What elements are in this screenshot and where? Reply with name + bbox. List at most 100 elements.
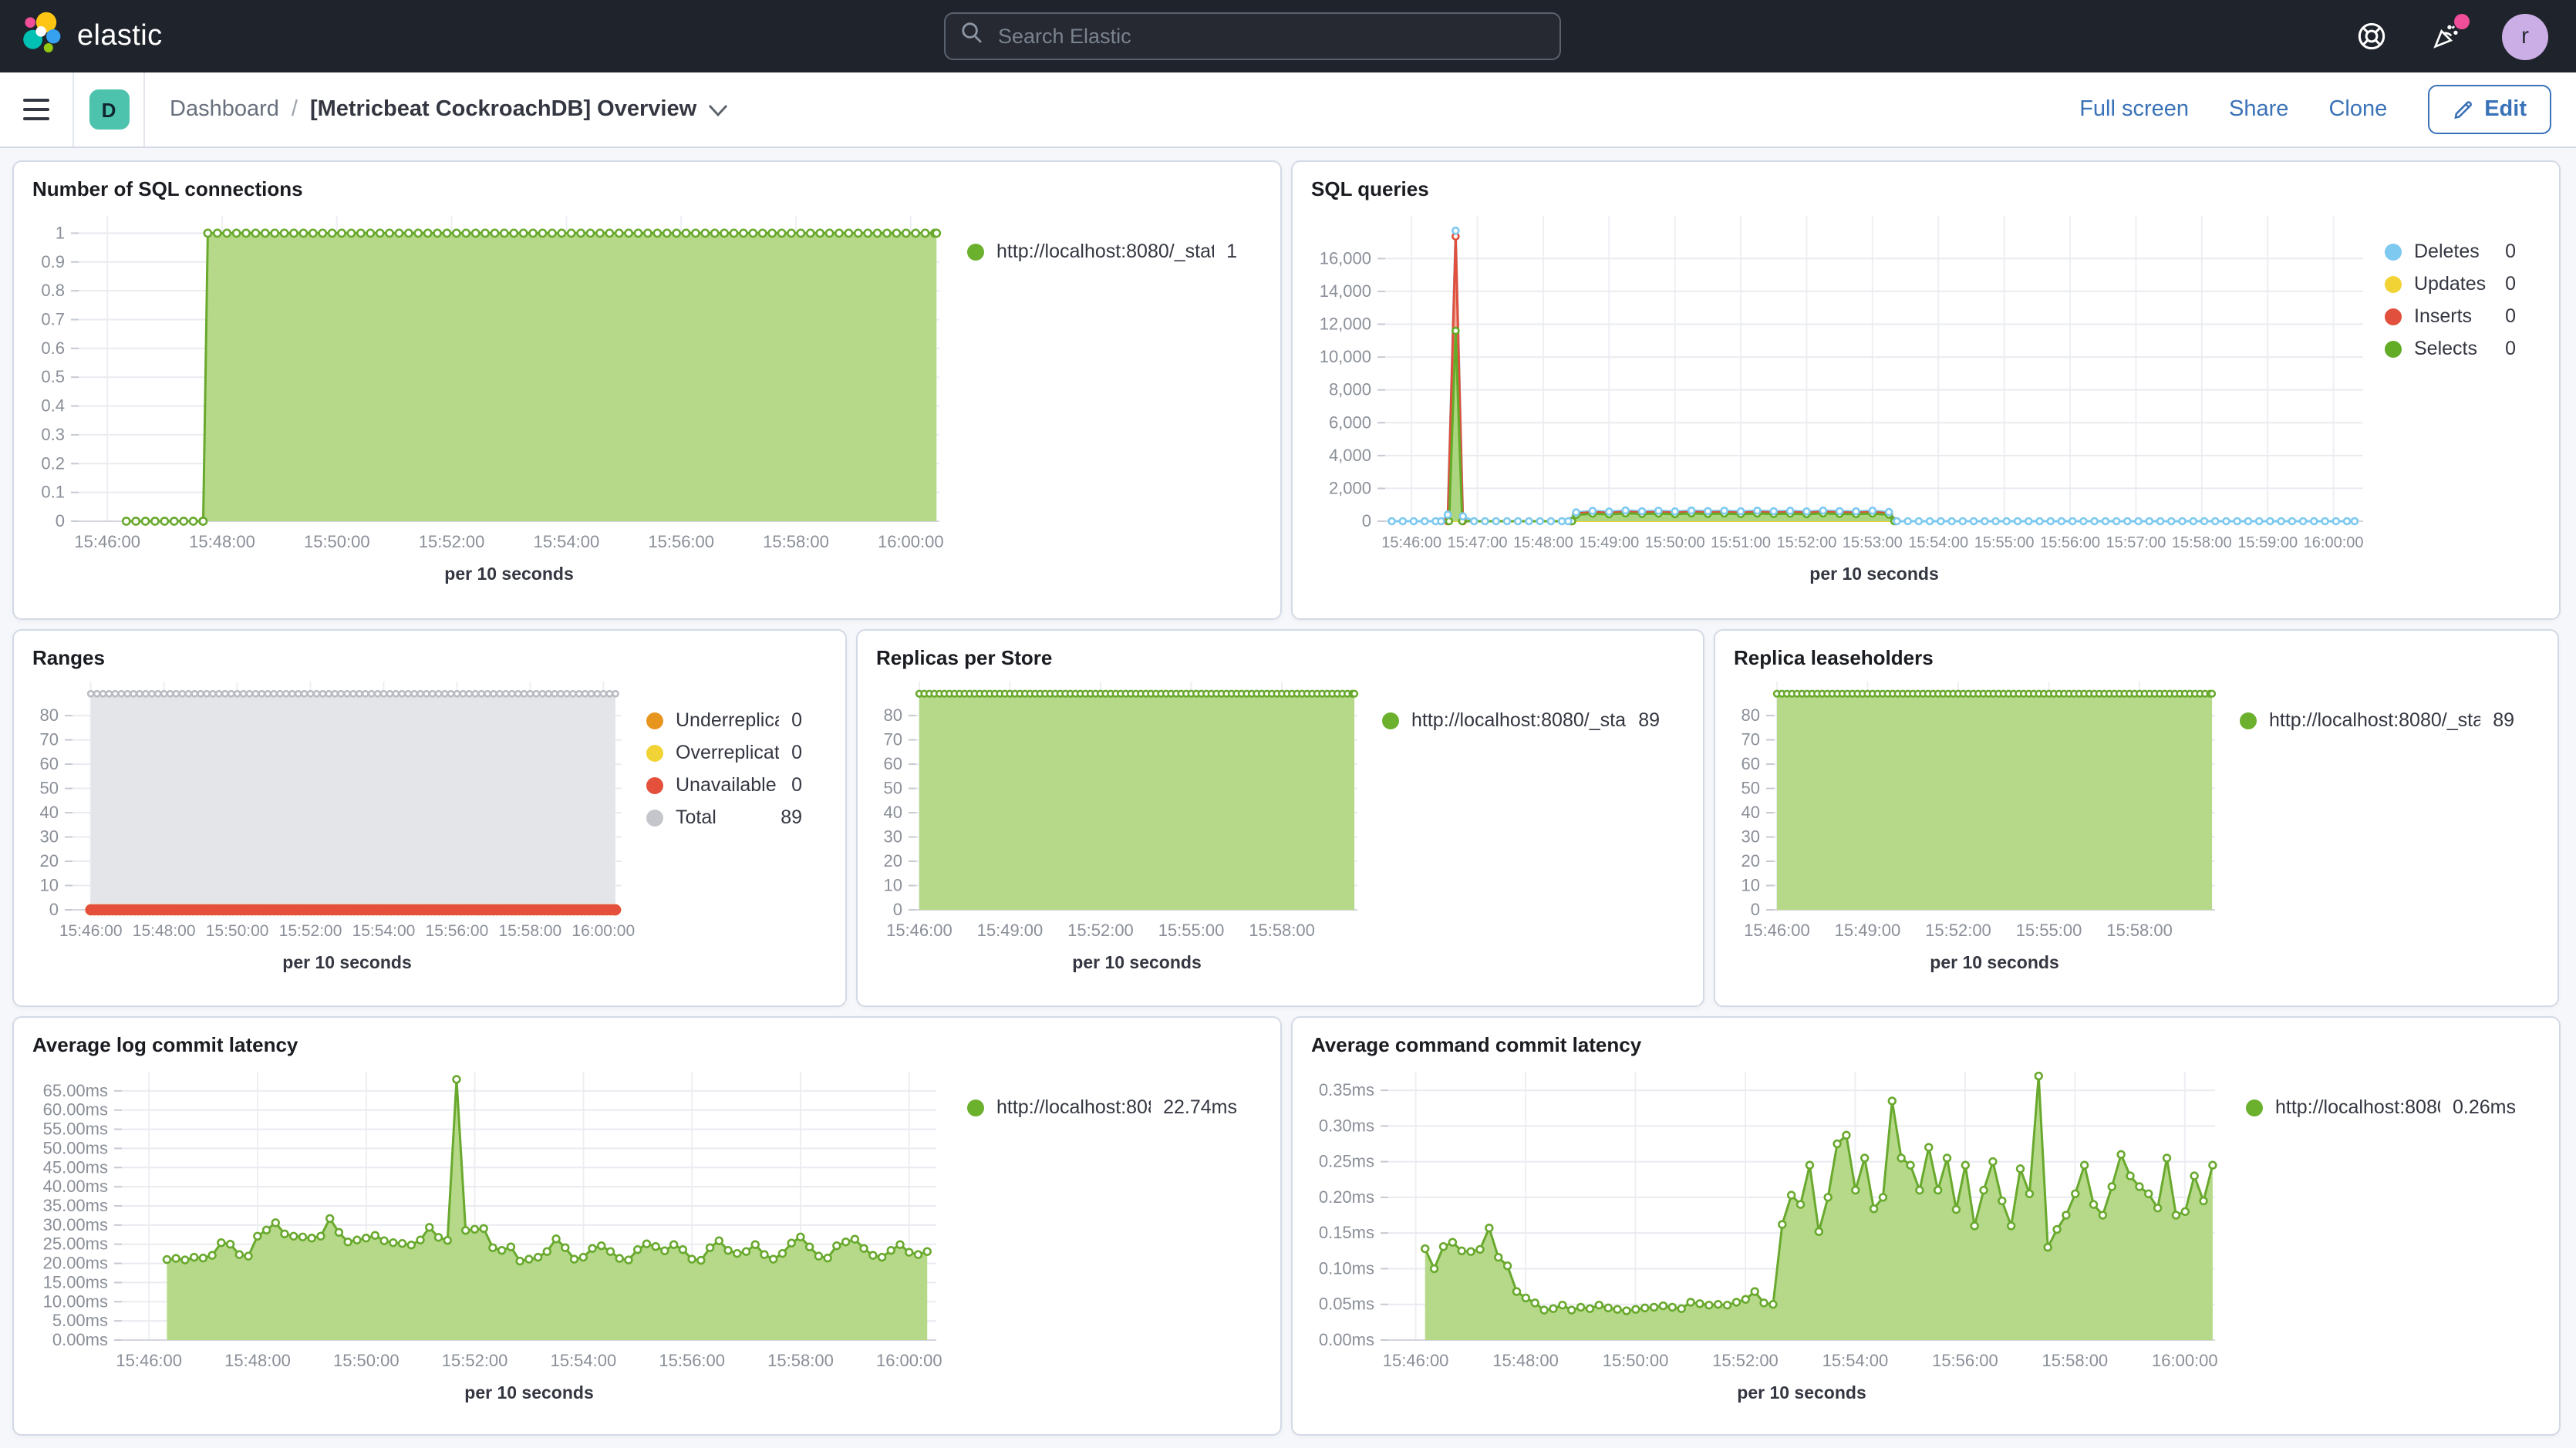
- legend-value: 0: [2505, 241, 2516, 262]
- legend-value: 0: [2505, 273, 2516, 295]
- svg-text:70: 70: [1741, 730, 1760, 749]
- svg-text:5.00ms: 5.00ms: [52, 1311, 108, 1330]
- legend-value: 0: [791, 774, 802, 796]
- svg-text:15:46:00: 15:46:00: [1744, 921, 1810, 940]
- legend-value: 0: [791, 742, 802, 763]
- brand-text: elastic: [77, 19, 163, 53]
- menu-button[interactable]: [0, 72, 74, 146]
- chart-replica-leaseholders[interactable]: 0102030405060708015:46:0015:49:0015:52:0…: [1734, 672, 2230, 981]
- legend-value: 0: [2505, 338, 2516, 359]
- user-avatar[interactable]: r: [2502, 13, 2548, 59]
- legend-item[interactable]: Updates0: [2385, 273, 2516, 295]
- svg-text:20.00ms: 20.00ms: [43, 1254, 108, 1273]
- svg-text:15:48:00: 15:48:00: [189, 532, 255, 551]
- svg-text:15.00ms: 15.00ms: [43, 1272, 108, 1291]
- panel-log-commit-latency: Average log commit latency 0.00ms5.00ms1…: [12, 1016, 1282, 1436]
- svg-text:40: 40: [1741, 803, 1760, 822]
- panel-title: Number of SQL connections: [14, 162, 1280, 200]
- svg-text:15:55:00: 15:55:00: [1974, 534, 2035, 551]
- notification-dot: [2454, 13, 2470, 29]
- legend-value: 89: [781, 807, 802, 828]
- legend-item[interactable]: http://localhost:8080...0.26ms: [2246, 1096, 2516, 1118]
- legend-value: 22.74ms: [1163, 1096, 1237, 1118]
- legend-item[interactable]: http://localhost:808...22.74ms: [967, 1096, 1237, 1118]
- legend-item[interactable]: Inserts0: [2385, 305, 2516, 327]
- svg-text:16,000: 16,000: [1320, 248, 1371, 268]
- legend-item[interactable]: Selects 0: [2385, 338, 2516, 359]
- svg-text:15:54:00: 15:54:00: [551, 1351, 617, 1370]
- legend-dot-icon: [2385, 340, 2402, 357]
- legend-item[interactable]: Total89: [646, 807, 802, 828]
- svg-text:0.10ms: 0.10ms: [1319, 1258, 1374, 1278]
- svg-text:50: 50: [40, 779, 59, 798]
- chart-log-commit-latency[interactable]: 0.00ms5.00ms10.00ms15.00ms20.00ms25.00ms…: [32, 1059, 958, 1411]
- svg-text:55.00ms: 55.00ms: [43, 1120, 108, 1139]
- svg-text:2,000: 2,000: [1329, 478, 1371, 497]
- svg-text:per 10 seconds: per 10 seconds: [444, 564, 573, 584]
- svg-text:15:54:00: 15:54:00: [1908, 534, 1968, 551]
- chart-sql-connections[interactable]: 00.10.20.30.40.50.60.70.80.9115:46:0015:…: [32, 204, 958, 592]
- svg-text:15:52:00: 15:52:00: [442, 1351, 508, 1370]
- help-icon[interactable]: [2354, 19, 2388, 53]
- legend-item[interactable]: Underreplicated 0: [646, 709, 802, 731]
- legend-item[interactable]: http://localhost:8080/_sta...89: [2240, 709, 2514, 731]
- svg-text:0: 0: [56, 511, 65, 530]
- svg-text:10,000: 10,000: [1320, 347, 1371, 366]
- panel-title: Replica leaseholders: [1715, 631, 2557, 669]
- svg-text:60: 60: [40, 754, 59, 773]
- legend-item[interactable]: Deletes0: [2385, 241, 2516, 262]
- svg-text:15:46:00: 15:46:00: [59, 922, 123, 940]
- clone-link[interactable]: Clone: [2328, 97, 2387, 122]
- chart-sql-queries[interactable]: 02,0004,0006,0008,00010,00012,00014,0001…: [1311, 204, 2375, 592]
- svg-text:15:52:00: 15:52:00: [419, 532, 485, 551]
- pencil-icon: [2452, 99, 2473, 120]
- panel-title: Average command commit latency: [1293, 1018, 2559, 1056]
- svg-text:15:49:00: 15:49:00: [1835, 921, 1901, 940]
- svg-text:15:50:00: 15:50:00: [206, 922, 269, 940]
- svg-text:0.3: 0.3: [41, 425, 65, 444]
- svg-text:per 10 seconds: per 10 seconds: [1809, 564, 1938, 584]
- legend-dot-icon: [646, 776, 663, 793]
- svg-text:10: 10: [1741, 876, 1760, 895]
- svg-text:15:58:00: 15:58:00: [1249, 921, 1315, 940]
- svg-text:15:48:00: 15:48:00: [1513, 534, 1573, 551]
- panel-title: Ranges: [14, 631, 845, 669]
- breadcrumb-dashboard-link[interactable]: Dashboard: [170, 97, 279, 122]
- svg-text:per 10 seconds: per 10 seconds: [1072, 952, 1201, 972]
- full-screen-link[interactable]: Full screen: [2079, 97, 2189, 122]
- svg-text:80: 80: [884, 705, 902, 725]
- legend-label: Selects: [2414, 338, 2477, 359]
- title-chevron-icon: [707, 103, 727, 116]
- page-title[interactable]: [Metricbeat CockroachDB] Overview: [310, 97, 727, 122]
- svg-text:70: 70: [40, 730, 59, 749]
- edit-button[interactable]: Edit: [2427, 85, 2551, 134]
- svg-text:per 10 seconds: per 10 seconds: [464, 1382, 593, 1403]
- legend-label: Underreplicated: [676, 709, 779, 731]
- search-input[interactable]: [995, 23, 1544, 49]
- svg-text:15:56:00: 15:56:00: [659, 1351, 725, 1370]
- legend-value: 0: [791, 709, 802, 731]
- svg-text:15:47:00: 15:47:00: [1448, 534, 1508, 551]
- svg-text:15:57:00: 15:57:00: [2106, 534, 2166, 551]
- header-actions: r: [2354, 13, 2557, 59]
- svg-text:16:00:00: 16:00:00: [2304, 534, 2364, 551]
- chart-replicas-per-store[interactable]: 0102030405060708015:46:0015:49:0015:52:0…: [876, 672, 1373, 981]
- svg-text:0.2: 0.2: [41, 453, 65, 473]
- global-search: [944, 12, 1561, 60]
- brand[interactable]: elastic: [19, 9, 163, 63]
- share-link[interactable]: Share: [2229, 97, 2288, 122]
- svg-text:15:55:00: 15:55:00: [1158, 921, 1225, 940]
- legend-item[interactable]: Unavailable0: [646, 774, 802, 796]
- chart-ranges[interactable]: 0102030405060708015:46:0015:48:0015:50:0…: [32, 672, 637, 981]
- legend-item[interactable]: http://localhost:8080/_sta...89: [1382, 709, 1660, 731]
- legend-dot-icon: [967, 1099, 984, 1116]
- svg-text:40: 40: [884, 803, 902, 822]
- legend-item[interactable]: Overreplicated0: [646, 742, 802, 763]
- svg-text:15:50:00: 15:50:00: [1603, 1351, 1669, 1370]
- legend-item[interactable]: http://localhost:8080/_stat...1: [967, 241, 1237, 262]
- chart-command-commit-latency[interactable]: 0.00ms0.05ms0.10ms0.15ms0.20ms0.25ms0.30…: [1311, 1059, 2237, 1411]
- svg-text:60: 60: [884, 754, 902, 773]
- svg-text:0.6: 0.6: [41, 338, 65, 358]
- svg-text:0.8: 0.8: [41, 281, 65, 300]
- newsfeed-icon[interactable]: [2428, 19, 2462, 53]
